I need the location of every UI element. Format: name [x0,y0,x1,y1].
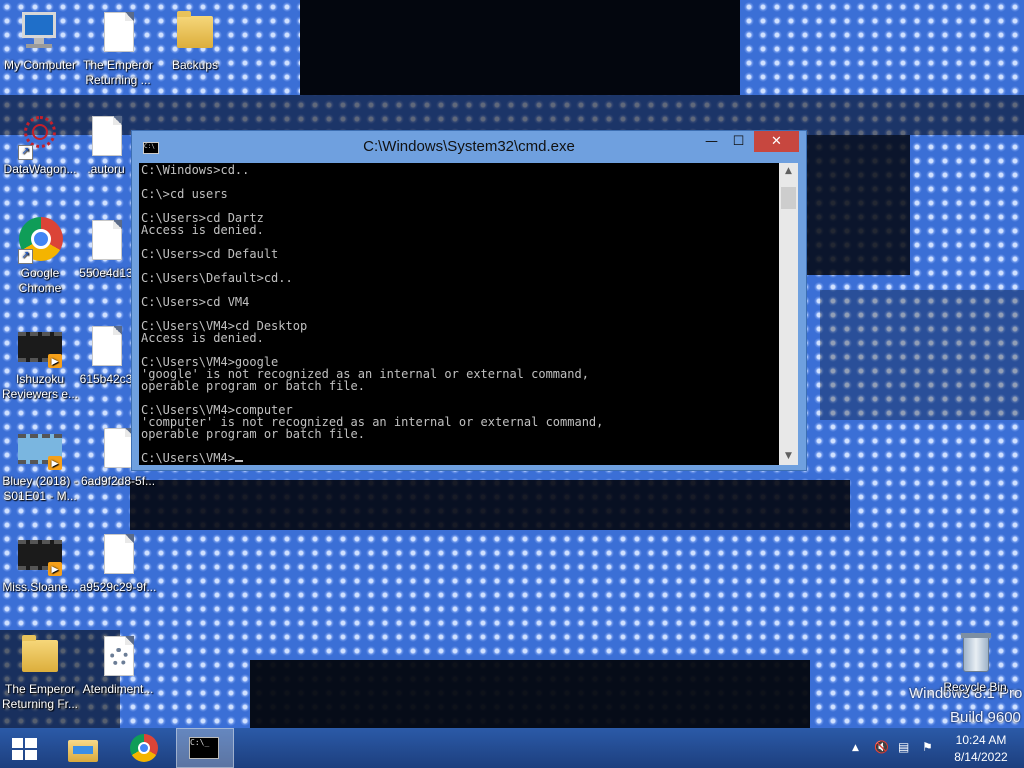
console-prompt: C:\Users\VM4> [141,451,235,465]
video-icon: ▶ [16,424,64,472]
windows-logo-icon [12,738,38,760]
show-hidden-icons-icon[interactable]: ▲ [852,743,859,753]
console-output[interactable]: C:\Windows>cd.. C:\>cd users C:\Users>cd… [139,163,779,465]
window-titlebar[interactable]: C:\ C:\Windows\System32\cmd.exe — ☐ ✕ [132,131,806,163]
chrome-icon: ↗ [16,216,64,264]
desktop-icon-bluey-video[interactable]: ▶ Bluey (2018) - S01E01 - M... [0,424,80,504]
desktop-icon-label: The Emperor Returning ... [82,58,154,87]
desktop-icon-label: .autoru [87,162,125,176]
desktop-icon-label: Miss.Sloane... [2,580,78,594]
scroll-down-arrow-icon[interactable]: ▼ [779,448,798,465]
datawagon-icon: ↗ [16,112,64,160]
shortcut-arrow-icon: ↗ [18,249,33,264]
computer-icon [16,8,64,56]
minimize-button[interactable]: — [698,131,725,152]
desktop-icon-recycle-bin[interactable]: Recycle Bin [936,630,1014,695]
desktop-icon-label: DataWagon... [3,162,77,176]
file-explorer-icon [67,734,98,762]
cmd-taskbar-button[interactable]: C:\_ [176,728,234,768]
desktop-icon-label: Recycle Bin [943,680,1007,694]
action-center-icon[interactable]: ⚑ [922,740,933,754]
vertical-scrollbar[interactable]: ▲ ▼ [779,163,798,465]
desktop-icon-label: Backups [171,58,219,72]
desktop-icon-emperor-document[interactable]: The Emperor Returning ... [78,8,158,88]
desktop-icon-miss-sloane-video[interactable]: ▶ Miss.Sloane... [0,530,80,595]
console-history: C:\Windows>cd.. C:\>cd users C:\Users>cd… [141,163,604,441]
file-explorer-button[interactable] [54,728,110,768]
close-button[interactable]: ✕ [754,131,799,152]
desktop-icon-google-chrome[interactable]: ↗ Google Chrome [0,216,80,296]
desktop-icon-emperor-folder[interactable]: The Emperor Returning Fr... [0,632,80,712]
chrome-icon [129,734,159,762]
console-text: C:\Windows>cd.. C:\>cd users C:\Users>cd… [139,163,779,464]
desktop-icon-label: Google Chrome [18,266,62,295]
desktop-icon-backups[interactable]: Backups [155,8,235,73]
desktop-icon-a9529c29[interactable]: a9529c29-9f... [78,530,158,595]
settings-document-icon [94,632,142,680]
clock-time: 10:24 AM [955,733,1007,747]
desktop-icon-label: Atendiment... [82,682,154,696]
scrollbar-thumb[interactable] [781,187,796,209]
desktop-icon-datawagon[interactable]: ↗ DataWagon... [0,112,80,177]
network-icon[interactable]: ▤ [898,740,909,754]
start-button[interactable] [0,728,48,768]
desktop-icon-label: The Emperor Returning Fr... [1,682,79,711]
text-cursor [234,460,243,462]
document-icon [94,530,142,578]
video-icon: ▶ [16,322,64,370]
desktop-icon-label: My Computer [3,58,77,72]
cmd-icon: C:\_ [189,737,219,759]
document-icon [94,8,142,56]
recycle-bin-icon [951,630,999,678]
document-icon [82,322,130,370]
desktop-icon-atendiment[interactable]: Atendiment... [78,632,158,697]
maximize-button[interactable]: ☐ [725,131,752,152]
watermark-build: Build 9600 [950,709,1021,726]
desktop-icon-label: 550e4d13 [79,266,133,280]
desktop-icon-ishuzoku-video[interactable]: ▶ Ishuzoku Reviewers e... [0,322,80,402]
folder-icon [16,632,64,680]
cmd-window[interactable]: C:\ C:\Windows\System32\cmd.exe — ☐ ✕ C:… [131,130,807,471]
document-icon [82,216,130,264]
clock-date: 8/14/2022 [954,750,1008,764]
desktop-icon-my-computer[interactable]: My Computer [0,8,80,73]
desktop-icon-label: 6ad9f2d8-5f... [80,474,156,488]
video-icon: ▶ [16,530,64,578]
desktop-icon-550e4d13[interactable]: 550e4d13 [78,216,134,281]
scroll-up-arrow-icon[interactable]: ▲ [779,163,798,180]
desktop-icon-label: Bluey (2018) - S01E01 - M... [2,474,78,503]
shortcut-arrow-icon: ↗ [18,145,33,160]
desktop-icon-autorun[interactable]: .autoru [78,112,134,177]
folder-icon [171,8,219,56]
taskbar: C:\_ ▲ 🔇 ▤ ⚑ 10:24 AM 8/14/2022 [0,728,1024,768]
volume-muted-icon[interactable]: 🔇 [874,740,889,754]
desktop-icon-615b42c3[interactable]: 615b42c3 [78,322,134,387]
chrome-taskbar-button[interactable] [116,728,172,768]
desktop-icon-label: a9529c29-9f... [79,580,157,594]
document-icon [82,112,130,160]
desktop-icon-label: Ishuzoku Reviewers e... [1,372,79,401]
desktop-icon-label: 615b42c3 [79,372,133,386]
system-clock[interactable]: 10:24 AM 8/14/2022 [946,732,1016,766]
